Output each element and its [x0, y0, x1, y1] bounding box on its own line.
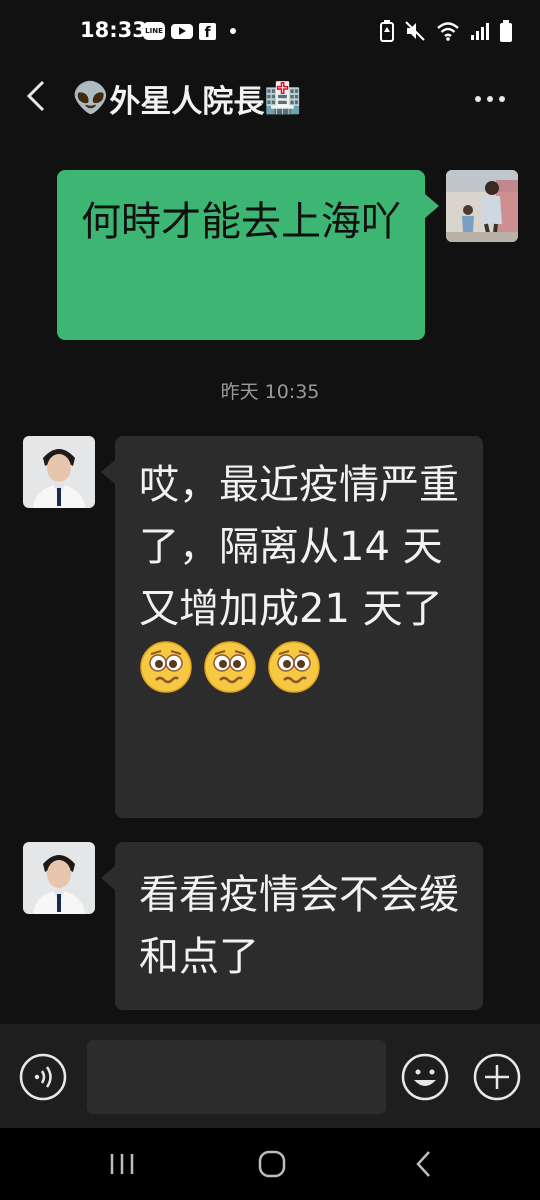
notification-icons: LINE f: [143, 22, 236, 40]
system-icons: [380, 20, 512, 42]
avatar-photo: [446, 170, 518, 242]
chat-header: 👽 外星人院長 🏥: [0, 62, 540, 134]
add-attachment-button[interactable]: [472, 1052, 522, 1102]
mute-icon: [405, 21, 425, 41]
status-time: 18:33: [80, 18, 147, 42]
more-notifications-dot: [230, 28, 236, 34]
outgoing-message[interactable]: 何時才能去上海吖: [57, 170, 439, 340]
input-bar: [0, 1024, 540, 1128]
voice-input-button[interactable]: [18, 1052, 68, 1102]
message-text: 哎，最近疫情严重了，隔离从14 天又增加成21 天了: [139, 462, 459, 632]
facebook-icon: f: [199, 22, 216, 40]
status-bar: 18:33 LINE f: [0, 0, 540, 62]
contact-avatar[interactable]: [23, 842, 95, 914]
system-navigation-bar: [0, 1128, 540, 1200]
incoming-message[interactable]: 看看疫情会不会缓和点了: [101, 842, 483, 1010]
wifi-icon: [437, 22, 459, 41]
hospital-icon: 🏥: [264, 81, 302, 116]
woozy-face-icon: [140, 641, 192, 693]
my-avatar[interactable]: [446, 170, 518, 242]
emoji-button[interactable]: [400, 1052, 450, 1102]
chat-title-text: 外星人院長: [109, 84, 265, 120]
contact-avatar[interactable]: [23, 436, 95, 508]
woozy-face-icon: [204, 641, 256, 693]
more-options-button[interactable]: [470, 84, 510, 114]
message-list[interactable]: 何時才能去上海吖 昨天 10:35 哎，最近疫情严重了，隔离从14 天又增加成2…: [0, 134, 540, 1024]
recents-button[interactable]: [102, 1146, 142, 1182]
incoming-message[interactable]: 哎，最近疫情严重了，隔离从14 天又增加成21 天了: [101, 436, 483, 818]
signal-icon: [471, 23, 489, 40]
message-timestamp: 昨天 10:35: [220, 381, 320, 403]
battery-saver-icon: [380, 20, 394, 42]
avatar-photo: [23, 842, 95, 914]
youtube-icon: [171, 23, 193, 39]
alien-icon: 👽: [72, 81, 110, 116]
back-button[interactable]: [18, 76, 58, 116]
home-button[interactable]: [252, 1146, 292, 1182]
message-input[interactable]: [87, 1040, 386, 1114]
chat-title: 👽 外星人院長 🏥: [72, 76, 302, 121]
battery-icon: [500, 20, 512, 42]
avatar-photo: [23, 436, 95, 508]
back-nav-button[interactable]: [404, 1146, 444, 1182]
woozy-face-icon: [268, 641, 320, 693]
line-icon: LINE: [143, 22, 165, 40]
